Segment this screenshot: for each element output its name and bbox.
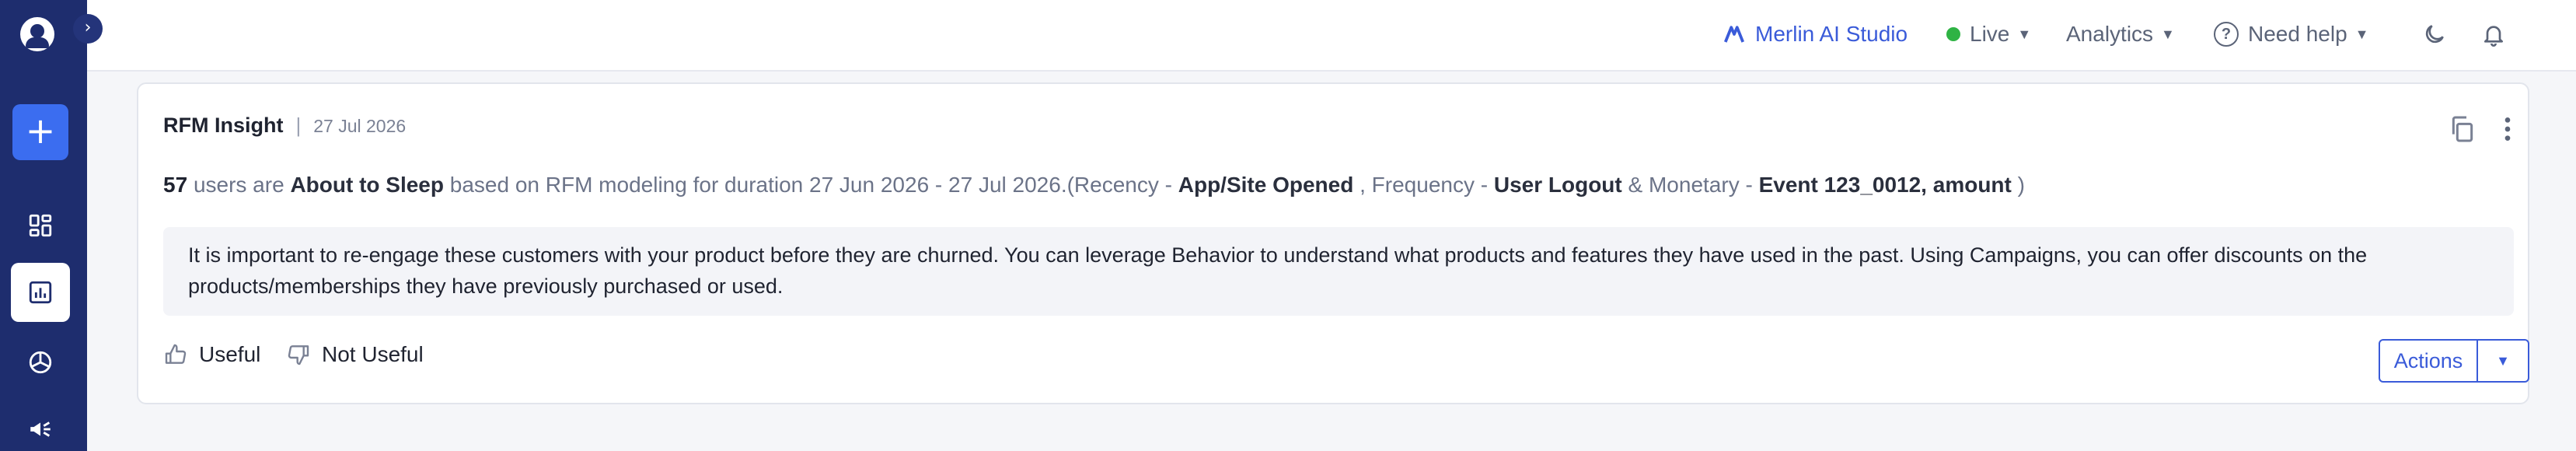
actions-dropdown-toggle[interactable]: ▼ [2478,341,2528,381]
frequency-event: User Logout [1493,173,1622,197]
merlin-logo-icon [1724,26,1744,43]
merlin-label: Merlin AI Studio [1755,22,1908,46]
sidebar-item-dashboards[interactable] [11,196,70,255]
recency-event: App/Site Opened [1178,173,1354,197]
help-label: Need help [2248,22,2347,46]
close-paren: ) [2017,173,2025,197]
actions-button[interactable]: Actions [2380,341,2478,381]
create-button[interactable]: + [12,104,68,160]
chevron-down-icon: ▼ [2496,352,2510,369]
not-useful-label: Not Useful [322,342,424,366]
segment-name: About to Sleep [290,173,444,197]
analytics-dropdown[interactable]: Analytics ▼ [2066,0,2175,68]
analytics-label: Analytics [2066,22,2154,46]
dashboard-icon [29,214,52,237]
more-options-button[interactable] [2492,114,2523,145]
insight-title: RFM Insight [163,114,284,137]
based-on-text: based on RFM modeling for duration 27 Ju… [449,173,1172,197]
sidebar-collapse-toggle[interactable]: › [73,14,103,44]
dark-mode-toggle[interactable] [2422,0,2447,68]
megaphone-icon [30,421,51,437]
top-header: Merlin AI Studio Live ▼ Analytics ▼ ? Ne… [87,0,2576,72]
insight-advice: It is important to re-engage these custo… [163,227,2514,316]
card-header: RFM Insight | 27 Jul 2026 [163,114,406,138]
environment-label: Live [1970,22,2010,46]
copy-button[interactable] [2447,114,2478,145]
user-count: 57 [163,173,188,197]
help-icon: ? [2214,22,2239,47]
users-are-text: users are [193,173,284,197]
live-status-dot [1946,27,1960,41]
frequency-prefix: , Frequency - [1360,173,1489,197]
monetary-prefix: & Monetary - [1628,173,1753,197]
actions-split-button: Actions ▼ [2379,339,2529,383]
notifications-button[interactable] [2481,0,2506,68]
useful-label: Useful [199,342,261,366]
bar-chart-icon [29,281,52,304]
moon-icon [2425,25,2444,44]
merlin-ai-studio-link[interactable]: Merlin AI Studio [1723,0,1908,68]
environment-dropdown[interactable]: Live ▼ [1946,0,2031,68]
not-useful-button[interactable]: Not Useful [286,342,424,367]
sidebar-item-analytics[interactable] [11,263,70,322]
logo-icon[interactable] [20,17,54,51]
insight-summary: 57 users are About to Sleep based on RFM… [163,173,2025,198]
useful-button[interactable]: Useful [163,342,260,367]
chevron-down-icon: ▼ [2161,26,2175,42]
sidebar-item-campaigns[interactable] [11,400,70,451]
chevron-down-icon: ▼ [2354,26,2369,42]
pie-chart-icon [29,351,52,374]
insight-date: 27 Jul 2026 [313,116,407,136]
chevron-down-icon: ▼ [2017,26,2032,42]
sidebar: + [0,0,87,451]
insight-card: RFM Insight | 27 Jul 2026 57 users are A… [137,82,2529,404]
more-vertical-icon [2504,117,2511,141]
monetary-event: Event 123_0012, amount [1758,173,2012,197]
title-separator: | [295,114,302,137]
bell-icon [2484,26,2503,47]
sidebar-item-segments[interactable] [11,333,70,392]
thumbs-down-icon [288,345,309,365]
copy-icon [2452,116,2473,142]
help-dropdown[interactable]: ? Need help ▼ [2214,0,2368,68]
thumbs-up-icon [165,344,187,364]
